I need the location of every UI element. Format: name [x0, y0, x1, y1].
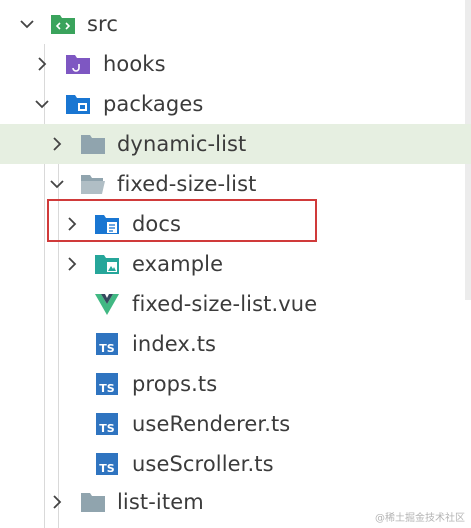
vue-icon	[94, 292, 120, 316]
chevron-right-icon	[63, 215, 81, 233]
svg-text:TS: TS	[99, 462, 115, 475]
typescript-icon: TS	[94, 372, 120, 396]
tree-item-example[interactable]: example	[0, 244, 471, 284]
tree-item-fixed-size-list[interactable]: fixed-size-list	[0, 164, 471, 204]
tree-item-src[interactable]: src	[0, 4, 471, 44]
tree-item-docs[interactable]: docs	[0, 204, 471, 244]
src-folder-icon	[50, 12, 76, 36]
folder-open-icon	[80, 172, 106, 196]
chevron-right-icon	[63, 255, 81, 273]
chevron-down-icon	[33, 95, 51, 113]
tree-item-label: packages	[103, 92, 204, 116]
tree-item-fixed-size-list-vue[interactable]: fixed-size-list.vue	[0, 284, 471, 324]
docs-folder-icon	[94, 212, 120, 236]
typescript-icon: TS	[94, 452, 120, 476]
chevron-down-icon	[18, 15, 36, 33]
tree-item-label: dynamic-list	[117, 132, 247, 156]
example-folder-icon	[94, 252, 120, 276]
tree-item-label: index.ts	[132, 332, 217, 356]
watermark: @稀土掘金技术社区	[375, 513, 465, 524]
chevron-right-icon	[33, 55, 51, 73]
tree-item-label: props.ts	[132, 372, 218, 396]
file-explorer-tree: src hooks packages dynamic-list fixed-si…	[0, 0, 471, 528]
typescript-icon: TS	[94, 412, 120, 436]
packages-folder-icon	[65, 92, 91, 116]
folder-icon	[80, 490, 106, 514]
chevron-right-icon	[48, 493, 66, 511]
tree-item-label: example	[132, 252, 224, 276]
tree-item-label: useRenderer.ts	[132, 412, 291, 436]
svg-text:TS: TS	[99, 422, 115, 435]
tree-item-packages[interactable]: packages	[0, 84, 471, 124]
tree-item-label: list-item	[117, 490, 204, 514]
tree-item-hooks[interactable]: hooks	[0, 44, 471, 84]
tree-item-label: src	[87, 12, 118, 36]
svg-text:TS: TS	[99, 382, 115, 395]
chevron-down-icon	[48, 175, 66, 193]
folder-icon	[80, 132, 106, 156]
tree-item-label: useScroller.ts	[132, 452, 274, 476]
tree-item-userenderer-ts[interactable]: TS useRenderer.ts	[0, 404, 471, 444]
tree-item-usescroller-ts[interactable]: TS useScroller.ts	[0, 444, 471, 484]
tree-item-index-ts[interactable]: TS index.ts	[0, 324, 471, 364]
svg-text:TS: TS	[99, 342, 115, 355]
tree-item-label: fixed-size-list.vue	[132, 292, 318, 316]
chevron-right-icon	[48, 135, 66, 153]
hooks-folder-icon	[65, 52, 91, 76]
typescript-icon: TS	[94, 332, 120, 356]
tree-item-label: docs	[132, 212, 182, 236]
tree-item-label: fixed-size-list	[117, 172, 257, 196]
tree-item-label: hooks	[103, 52, 166, 76]
tree-item-props-ts[interactable]: TS props.ts	[0, 364, 471, 404]
tree-item-dynamic-list[interactable]: dynamic-list	[0, 124, 471, 164]
